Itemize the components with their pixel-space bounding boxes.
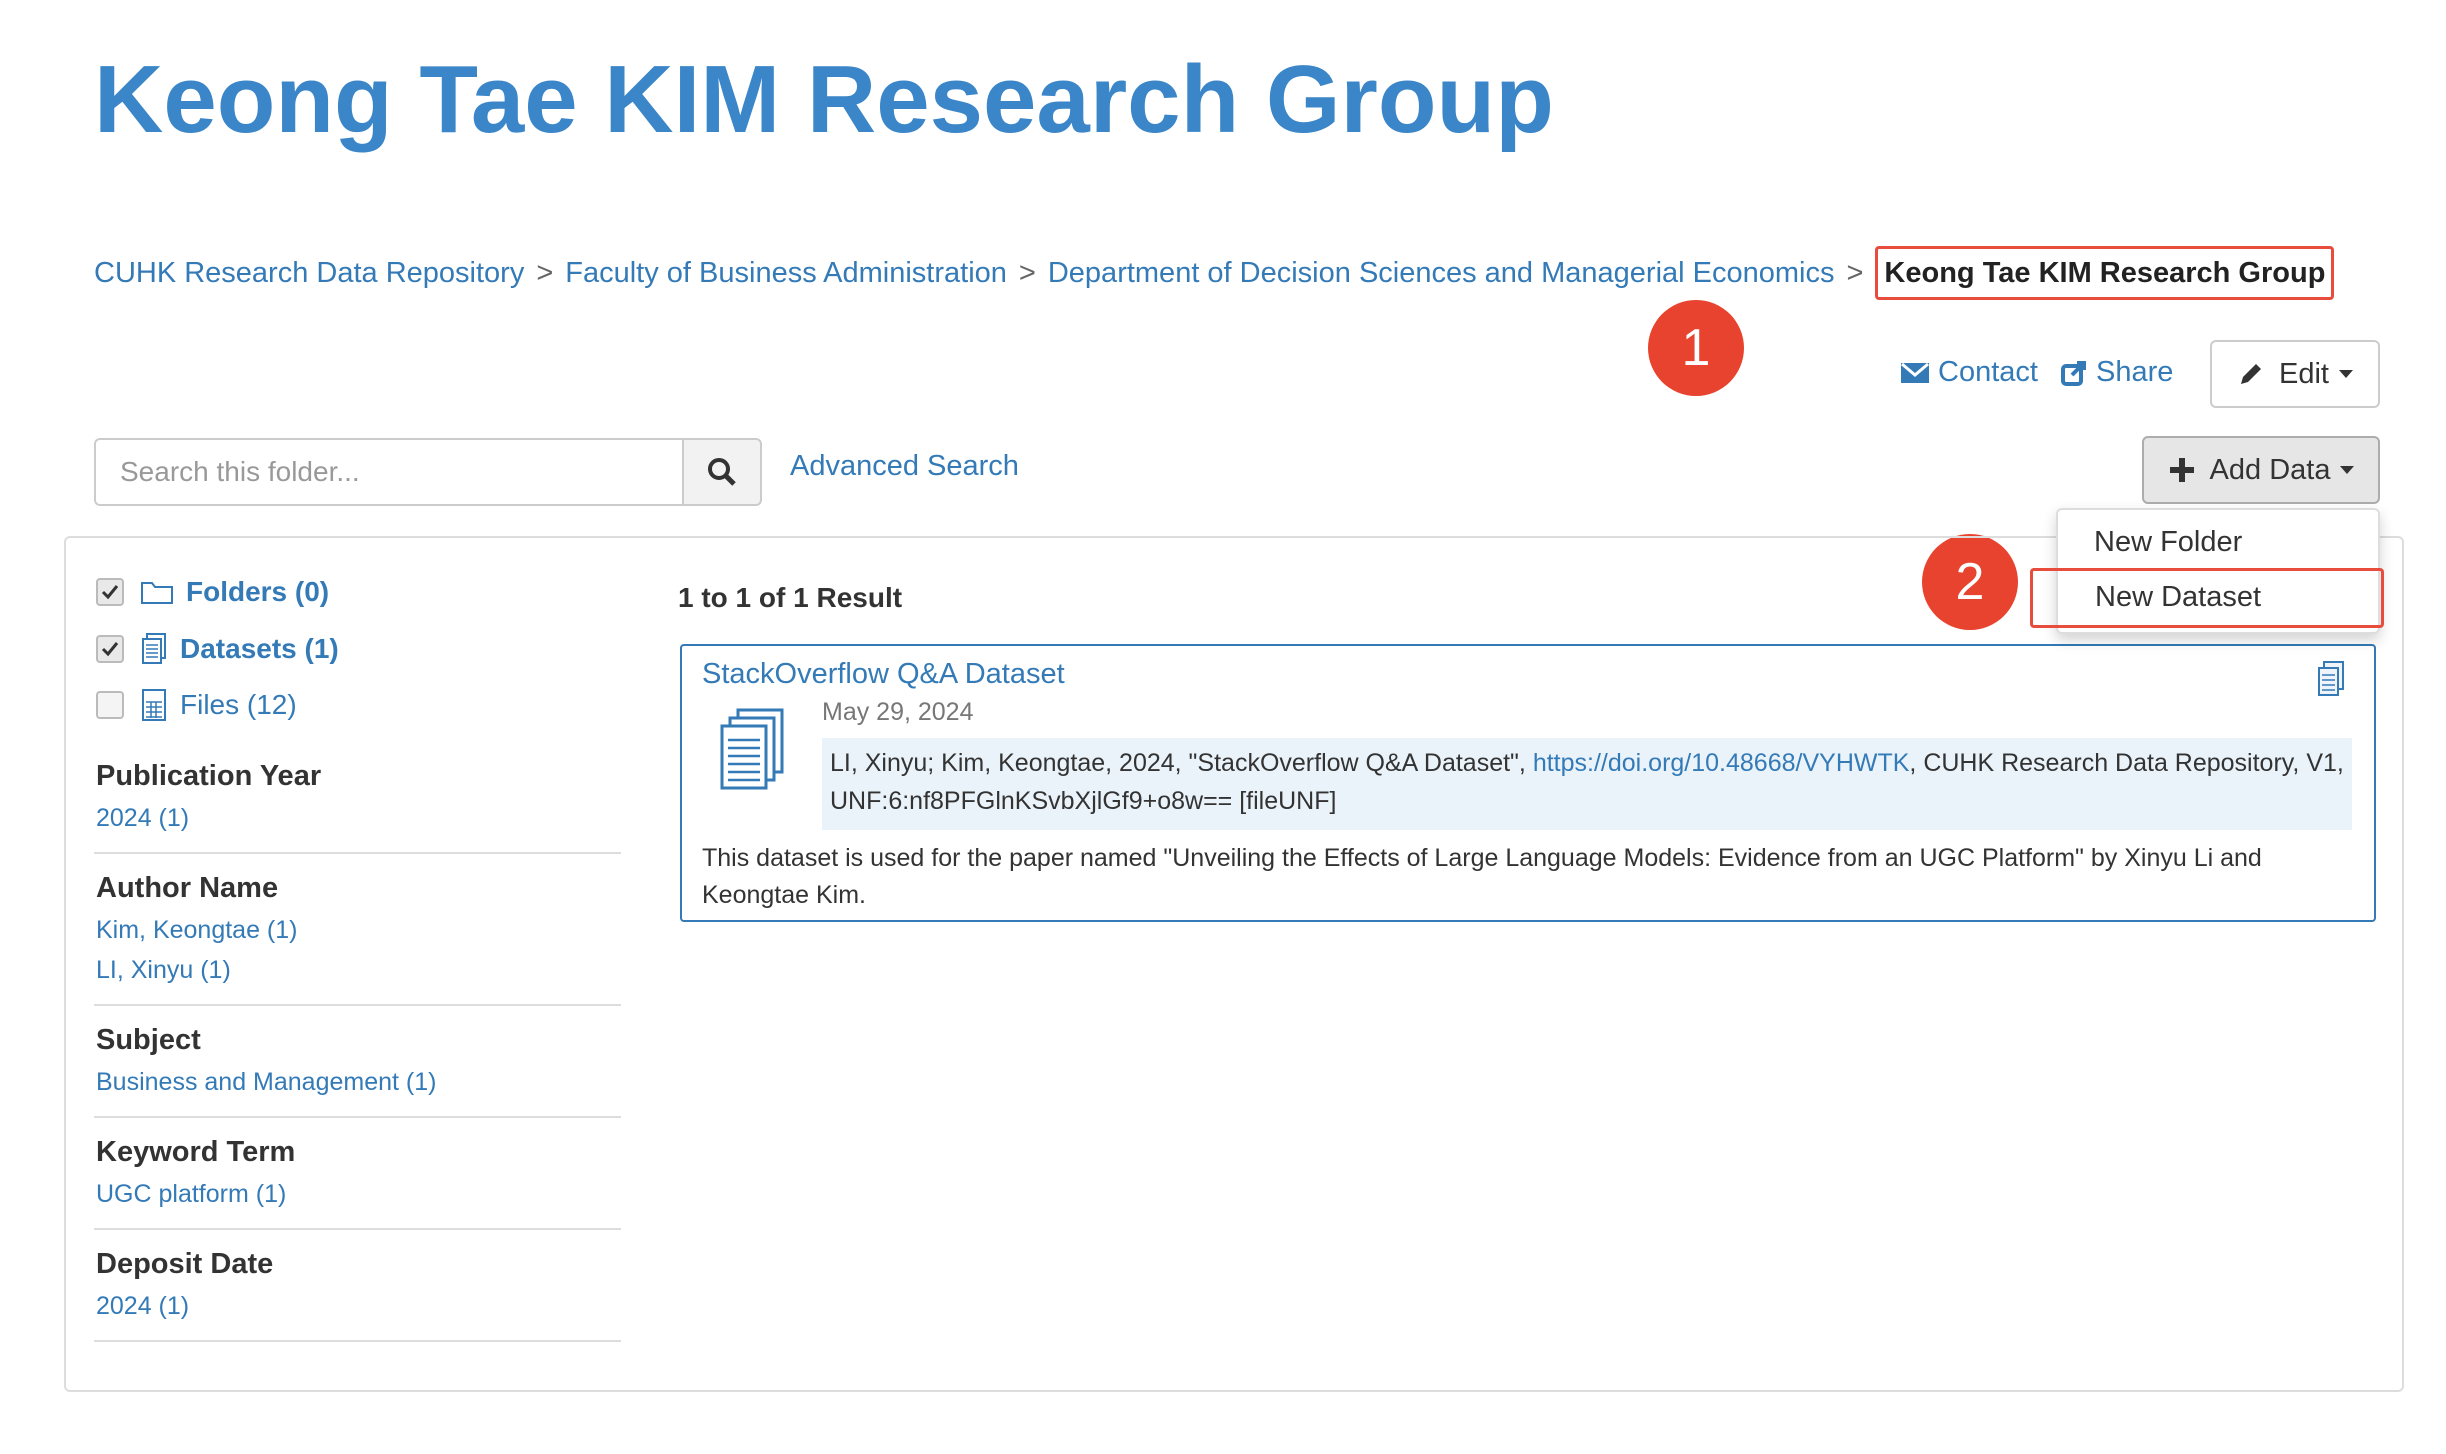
contact-label: Contact xyxy=(1938,356,2038,388)
breadcrumb-separator: > xyxy=(536,257,554,289)
envelope-icon xyxy=(1901,362,1929,383)
dataset-thumbnail-icon xyxy=(718,706,788,801)
checkbox-files[interactable] xyxy=(96,691,124,719)
dataset-type-icon xyxy=(2316,660,2346,703)
page-title: Keong Tae KIM Research Group xyxy=(94,46,1554,153)
citation-doi-link[interactable]: https://doi.org/10.48668/VYHWTK xyxy=(1533,749,1910,777)
results-count: 1 to 1 of 1 Result xyxy=(678,582,903,613)
menu-item-new-folder[interactable]: New Folder xyxy=(2094,526,2242,559)
divider xyxy=(94,1228,621,1230)
breadcrumb-current: Keong Tae KIM Research Group xyxy=(1875,246,2335,300)
menu-item-new-dataset[interactable]: New Dataset xyxy=(2030,568,2384,628)
facet-datasets[interactable]: Datasets (1) xyxy=(96,632,339,666)
result-citation: LI, Xinyu; Kim, Keongtae, 2024, "StackOv… xyxy=(822,738,2352,830)
facet-title-publication-year: Publication Year xyxy=(96,760,322,792)
facet-files-label: Files (12) xyxy=(180,689,297,720)
breadcrumb-separator: > xyxy=(1018,257,1036,289)
breadcrumb-item-faculty[interactable]: Faculty of Business Administration xyxy=(565,257,1007,289)
breadcrumb-separator: > xyxy=(1846,257,1864,289)
facet-item-keyword[interactable]: UGC platform (1) xyxy=(96,1180,286,1209)
add-data-button[interactable]: Add Data xyxy=(2142,436,2380,504)
share-icon xyxy=(2061,360,2086,386)
divider xyxy=(94,1340,621,1342)
facet-title-author-name: Author Name xyxy=(96,872,279,904)
facet-title-deposit-date: Deposit Date xyxy=(96,1248,274,1280)
edit-label: Edit xyxy=(2279,357,2329,390)
share-label: Share xyxy=(2096,356,2174,388)
result-description: This dataset is used for the paper named… xyxy=(702,844,2262,909)
facet-folders[interactable]: Folders (0) xyxy=(96,576,329,608)
facet-title-subject: Subject xyxy=(96,1024,201,1056)
checkbox-datasets[interactable] xyxy=(96,635,124,663)
result-date: May 29, 2024 xyxy=(822,698,974,726)
search-icon xyxy=(708,458,736,486)
chevron-down-icon xyxy=(2340,466,2355,474)
result-title-link[interactable]: StackOverflow Q&A Dataset xyxy=(702,658,1065,691)
citation-text: LI, Xinyu; Kim, Keongtae, 2024, "StackOv… xyxy=(830,749,1533,777)
dataset-icon xyxy=(140,632,168,666)
search-input[interactable] xyxy=(94,438,682,506)
share-link[interactable]: Share xyxy=(2060,356,2173,389)
breadcrumb: CUHK Research Data Repository > Faculty of… xyxy=(94,246,2335,300)
search-button[interactable] xyxy=(682,438,762,506)
breadcrumb-item-department[interactable]: Department of Decision Sciences and Mana… xyxy=(1048,257,1835,289)
file-table-icon xyxy=(140,688,168,722)
pencil-icon xyxy=(2241,364,2261,384)
checkmark-icon xyxy=(101,642,119,657)
checkbox-folders[interactable] xyxy=(96,578,124,606)
divider xyxy=(94,1004,621,1006)
facet-title-keyword-term: Keyword Term xyxy=(96,1136,296,1168)
facet-item-deposit-date[interactable]: 2024 (1) xyxy=(96,1292,189,1321)
contact-link[interactable]: Contact xyxy=(1900,356,2038,389)
facet-item-subject[interactable]: Business and Management (1) xyxy=(96,1068,436,1097)
divider xyxy=(94,1116,621,1118)
facet-item-author-kim[interactable]: Kim, Keongtae (1) xyxy=(96,916,298,945)
breadcrumb-item-repository[interactable]: CUHK Research Data Repository xyxy=(94,257,524,289)
facet-files[interactable]: Files (12) xyxy=(96,688,297,722)
plus-icon xyxy=(2169,458,2194,482)
divider xyxy=(94,852,621,854)
facet-folders-label: Folders (0) xyxy=(186,576,330,607)
facet-datasets-label: Datasets (1) xyxy=(180,633,339,664)
checkmark-icon xyxy=(101,585,119,600)
advanced-search-link[interactable]: Advanced Search xyxy=(790,450,1019,483)
menu-item-new-dataset-label: New Dataset xyxy=(2095,581,2262,613)
add-data-label: Add Data xyxy=(2209,453,2331,486)
facet-item-author-li[interactable]: LI, Xinyu (1) xyxy=(96,956,231,985)
folder-icon xyxy=(140,579,174,605)
chevron-down-icon xyxy=(2338,370,2353,378)
facet-item-publication-year[interactable]: 2024 (1) xyxy=(96,804,189,833)
edit-button[interactable]: Edit xyxy=(2210,340,2380,408)
step-marker-1: 1 xyxy=(1648,300,1744,396)
